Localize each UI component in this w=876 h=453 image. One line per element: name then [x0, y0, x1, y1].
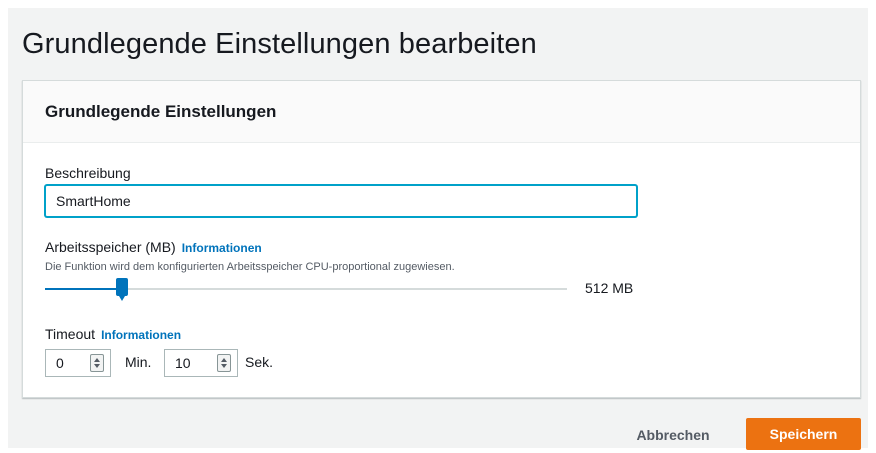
memory-help-text: Die Funktion wird dem konfigurierten Arb…	[45, 261, 455, 273]
spinner-arrows-icon[interactable]	[217, 354, 231, 372]
timeout-seconds-input[interactable]	[165, 355, 217, 371]
description-label-text: Beschreibung	[45, 165, 131, 181]
timeout-label-text: Timeout	[45, 326, 96, 342]
timeout-minutes-stepper[interactable]	[45, 349, 111, 377]
memory-info-link[interactable]: Informationen	[182, 241, 262, 255]
basic-settings-panel: Grundlegende Einstellungen Beschreibung …	[22, 80, 861, 398]
memory-slider-thumb[interactable]	[116, 278, 128, 301]
timeout-minutes-unit: Min.	[125, 354, 152, 370]
timeout-info-link[interactable]: Informationen	[101, 328, 181, 342]
timeout-minutes-input[interactable]	[46, 355, 90, 371]
memory-slider-track[interactable]	[45, 278, 567, 301]
timeout-seconds-stepper[interactable]	[164, 349, 238, 377]
save-button[interactable]: Speichern	[746, 418, 861, 450]
cancel-button[interactable]: Abbrechen	[628, 420, 718, 450]
memory-label-text: Arbeitsspeicher (MB)	[45, 239, 176, 255]
timeout-label: Timeout Informationen	[45, 326, 181, 342]
description-label: Beschreibung	[45, 165, 131, 181]
panel-header: Grundlegende Einstellungen	[23, 81, 860, 143]
memory-label: Arbeitsspeicher (MB) Informationen	[45, 239, 262, 255]
page-container: Grundlegende Einstellungen bearbeiten Gr…	[8, 8, 868, 450]
memory-value: 512 MB	[585, 280, 634, 296]
panel-title: Grundlegende Einstellungen	[45, 101, 277, 121]
memory-slider-fill	[45, 288, 122, 290]
timeout-seconds-unit: Sek.	[245, 354, 274, 370]
description-input[interactable]	[45, 185, 637, 217]
page-title: Grundlegende Einstellungen bearbeiten	[22, 28, 537, 60]
spinner-arrows-icon[interactable]	[90, 354, 104, 372]
